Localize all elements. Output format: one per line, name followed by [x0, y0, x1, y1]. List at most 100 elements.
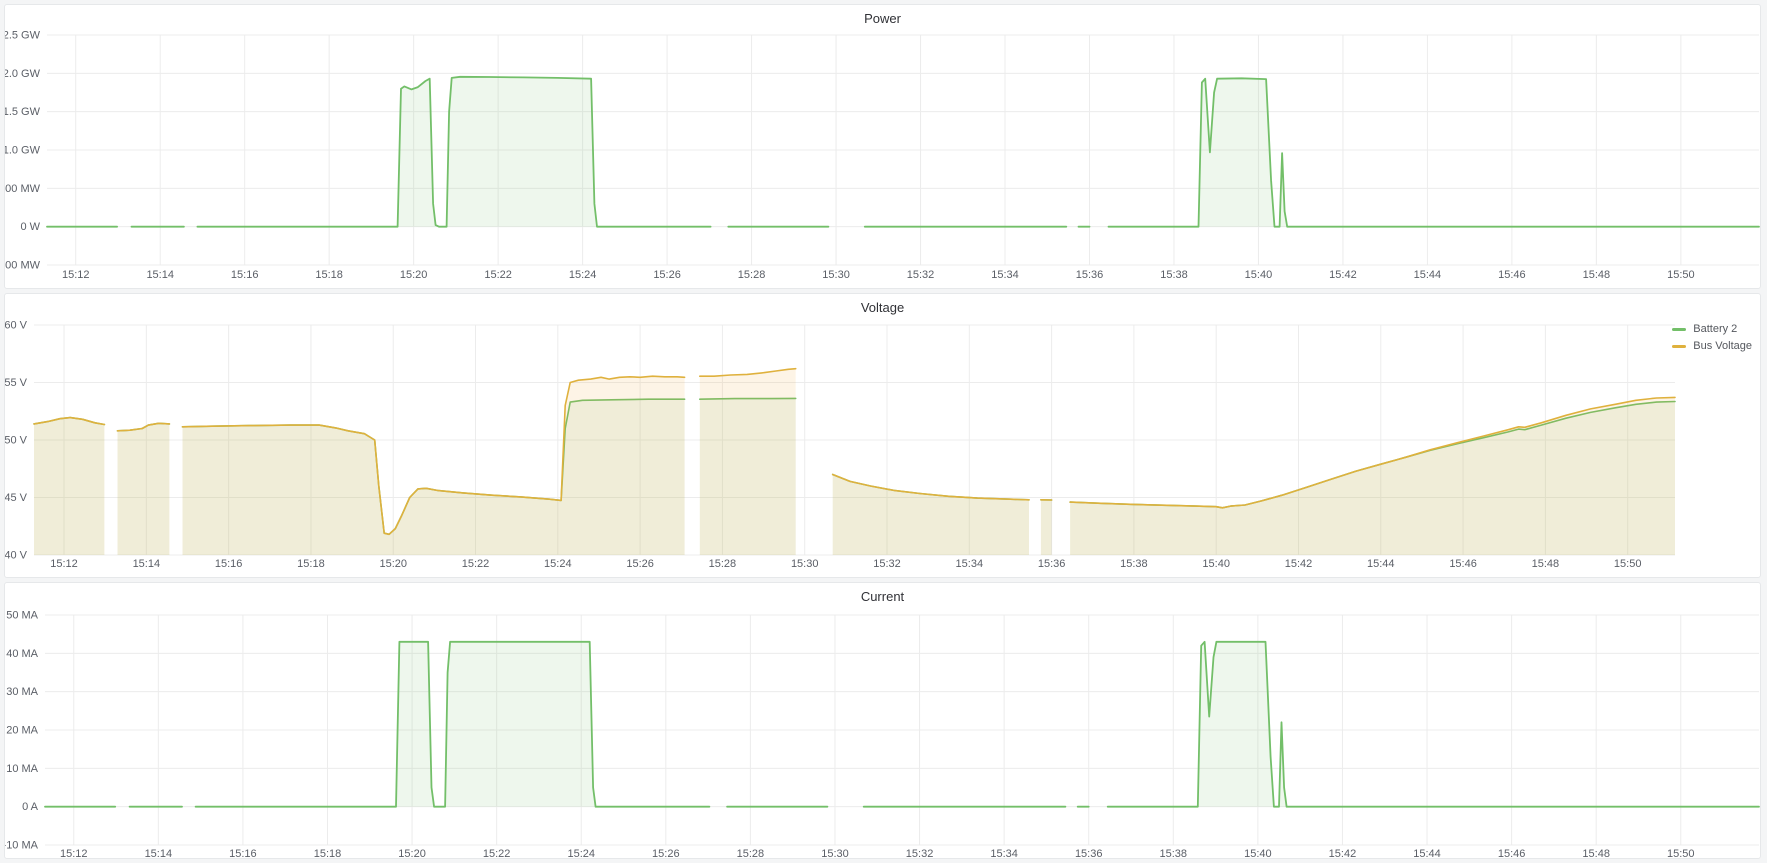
x-tick-label: 15:42	[1329, 848, 1357, 858]
x-tick-label: 15:24	[544, 558, 572, 570]
y-tick-label: -500 MW	[5, 260, 41, 272]
y-tick-label: 1.5 GW	[5, 106, 41, 118]
x-tick-label: 15:50	[1614, 558, 1642, 570]
current-chart[interactable]: 50 MA 40 MA 30 MA 20 MA 10 MA 0 A -10 MA 15:12 1…	[5, 583, 1760, 858]
x-tick-label: 15:38	[1160, 269, 1188, 281]
x-tick-label: 15:40	[1245, 269, 1273, 281]
x-tick-label: 15:16	[215, 558, 243, 570]
y-tick-label: -10 MA	[5, 840, 39, 852]
x-tick-label: 15:30	[822, 269, 850, 281]
x-tick-label: 15:34	[990, 848, 1018, 858]
x-tick-label: 15:46	[1498, 848, 1526, 858]
x-tick-label: 15:50	[1667, 848, 1695, 858]
x-tick-label: 15:48	[1583, 269, 1611, 281]
panel-title-voltage[interactable]: Voltage	[5, 300, 1760, 315]
legend-item-battery-2[interactable]: Battery 2	[1672, 323, 1752, 336]
x-tick-label: 15:40	[1244, 848, 1272, 858]
y-tick-label: 0 W	[20, 221, 40, 233]
x-tick-label: 15:48	[1532, 558, 1560, 570]
x-tick-label: 15:42	[1285, 558, 1313, 570]
x-tick-label: 15:14	[146, 269, 174, 281]
x-tick-label: 15:26	[626, 558, 654, 570]
x-tick-label: 15:28	[709, 558, 737, 570]
series-area-bus-voltage	[34, 418, 104, 555]
x-tick-label: 15:44	[1414, 269, 1442, 281]
y-tick-label: 60 V	[5, 320, 28, 332]
panel-power: Power 2.5 GW 2.0 GW 1.5 GW 1.0 GW 500 MW 0 W -…	[4, 4, 1761, 289]
x-tick-label: 15:12	[62, 269, 90, 281]
x-tick-label: 15:46	[1449, 558, 1477, 570]
x-tick-label: 15:28	[737, 848, 765, 858]
x-tick-label: 15:40	[1202, 558, 1230, 570]
y-tick-label: 30 MA	[6, 686, 38, 698]
series-area-power	[197, 77, 710, 227]
series-area-bus-voltage	[833, 475, 1029, 556]
y-tick-label: 2.0 GW	[5, 68, 41, 80]
y-tick-label: 40 V	[5, 550, 28, 562]
x-tick-label: 15:16	[231, 269, 259, 281]
x-tick-label: 15:22	[462, 558, 490, 570]
y-tick-label: 10 MA	[6, 763, 38, 775]
x-tick-label: 15:20	[398, 848, 426, 858]
x-tick-label: 15:26	[653, 269, 681, 281]
x-tick-label: 15:12	[60, 848, 88, 858]
series-area-bus-voltage	[183, 376, 685, 555]
voltage-legend: Battery 2 Bus Voltage	[1672, 323, 1752, 353]
legend-label: Battery 2	[1693, 323, 1737, 336]
x-tick-label: 15:32	[906, 848, 934, 858]
x-tick-label: 15:30	[821, 848, 849, 858]
legend-item-bus-voltage[interactable]: Bus Voltage	[1672, 340, 1752, 353]
y-tick-label: 45 V	[5, 492, 28, 504]
x-tick-label: 15:44	[1367, 558, 1395, 570]
x-tick-label: 15:50	[1667, 269, 1695, 281]
x-tick-label: 15:18	[315, 269, 343, 281]
voltage-chart[interactable]: 60 V 55 V 50 V 45 V 40 V 15:12 15:14 15:16 15:18…	[5, 294, 1760, 577]
series-area-bus-voltage	[1070, 397, 1675, 555]
y-tick-label: 50 V	[5, 435, 28, 447]
series-area-current	[196, 642, 710, 807]
x-tick-label: 15:20	[379, 558, 407, 570]
legend-swatch	[1672, 345, 1686, 348]
x-tick-label: 15:38	[1120, 558, 1148, 570]
y-tick-label: 0 A	[22, 801, 39, 813]
x-tick-label: 15:36	[1075, 848, 1103, 858]
panel-title-current[interactable]: Current	[5, 589, 1760, 604]
x-tick-label: 15:18	[314, 848, 342, 858]
panel-current: Current 50 MA 40 MA 30 MA 20 MA 10 MA 0 A -10 …	[4, 582, 1761, 859]
x-tick-label: 15:32	[873, 558, 901, 570]
x-tick-label: 15:36	[1076, 269, 1104, 281]
x-tick-label: 15:20	[400, 269, 428, 281]
x-tick-label: 15:36	[1038, 558, 1066, 570]
y-tick-label: 1.0 GW	[5, 145, 41, 157]
x-tick-label: 15:16	[229, 848, 257, 858]
x-tick-label: 15:18	[297, 558, 325, 570]
x-tick-label: 15:34	[956, 558, 984, 570]
x-tick-label: 15:42	[1329, 269, 1357, 281]
x-tick-label: 15:38	[1160, 848, 1188, 858]
panel-voltage: Voltage 60 V 55 V 50 V 45 V 40 V 15:12 15:14 15…	[4, 293, 1761, 578]
y-tick-label: 2.5 GW	[5, 30, 41, 42]
x-tick-label: 15:14	[145, 848, 173, 858]
x-tick-label: 15:30	[791, 558, 819, 570]
y-tick-label: 500 MW	[5, 183, 41, 195]
panel-title-power[interactable]: Power	[5, 11, 1760, 26]
y-tick-label: 20 MA	[6, 725, 38, 737]
y-tick-label: 50 MA	[6, 610, 38, 622]
power-chart[interactable]: 2.5 GW 2.0 GW 1.5 GW 1.0 GW 500 MW 0 W -500 MW…	[5, 5, 1760, 288]
y-tick-label: 40 MA	[6, 648, 38, 660]
x-tick-label: 15:28	[738, 269, 766, 281]
x-tick-label: 15:44	[1413, 848, 1441, 858]
x-tick-label: 15:22	[484, 269, 512, 281]
x-tick-label: 15:14	[133, 558, 161, 570]
x-tick-label: 15:48	[1582, 848, 1610, 858]
x-tick-label: 15:46	[1498, 269, 1526, 281]
x-tick-label: 15:12	[50, 558, 78, 570]
x-tick-label: 15:34	[991, 269, 1019, 281]
legend-label: Bus Voltage	[1693, 340, 1752, 353]
legend-swatch	[1672, 328, 1686, 331]
series-area-bus-voltage	[1041, 500, 1052, 555]
series-area-bus-voltage	[700, 369, 796, 555]
x-tick-label: 15:26	[652, 848, 680, 858]
y-tick-label: 55 V	[5, 377, 28, 389]
x-tick-label: 15:24	[569, 269, 597, 281]
